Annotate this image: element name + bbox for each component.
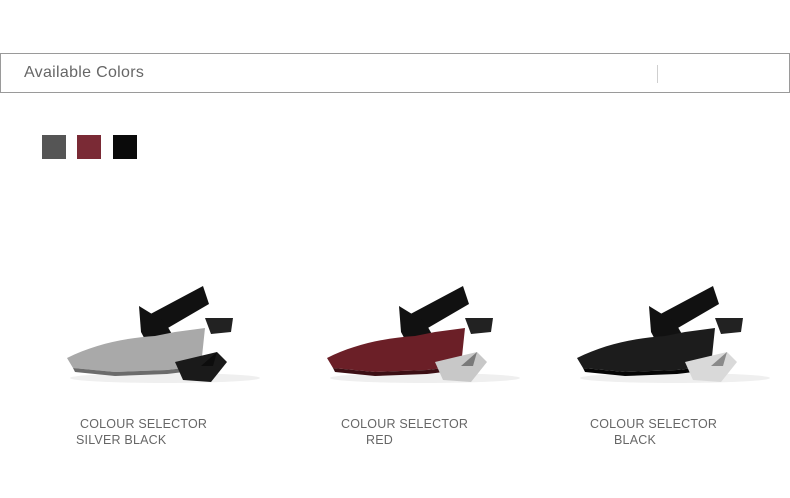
product-caption-line2: SILVER BLACK bbox=[76, 433, 167, 447]
section-header: Available Colors bbox=[0, 53, 790, 93]
product-card-red[interactable]: COLOUR SELECTOR RED bbox=[315, 270, 555, 460]
shoe-image bbox=[327, 286, 520, 383]
product-caption-line2: BLACK bbox=[614, 433, 656, 447]
product-caption-line1: COLOUR SELECTOR bbox=[341, 417, 469, 431]
product-caption-line2: RED bbox=[366, 433, 393, 447]
shoe-image bbox=[577, 286, 770, 383]
color-swatch-grey[interactable] bbox=[42, 135, 66, 159]
section-title: Available Colors bbox=[24, 64, 145, 81]
product-card-silver-black[interactable]: COLOUR SELECTOR SILVER BLACK bbox=[55, 270, 295, 460]
header-divider bbox=[657, 65, 658, 83]
product-caption-line1: COLOUR SELECTOR bbox=[80, 417, 208, 431]
product-gallery: COLOUR SELECTOR SILVER BLACK COLOUR SELE… bbox=[0, 270, 790, 470]
product-card-black[interactable]: COLOUR SELECTOR BLACK bbox=[565, 270, 790, 460]
color-swatch-red[interactable] bbox=[77, 135, 101, 159]
color-swatch-black[interactable] bbox=[113, 135, 137, 159]
product-caption-line1: COLOUR SELECTOR bbox=[590, 417, 718, 431]
shoe-image bbox=[67, 286, 260, 383]
